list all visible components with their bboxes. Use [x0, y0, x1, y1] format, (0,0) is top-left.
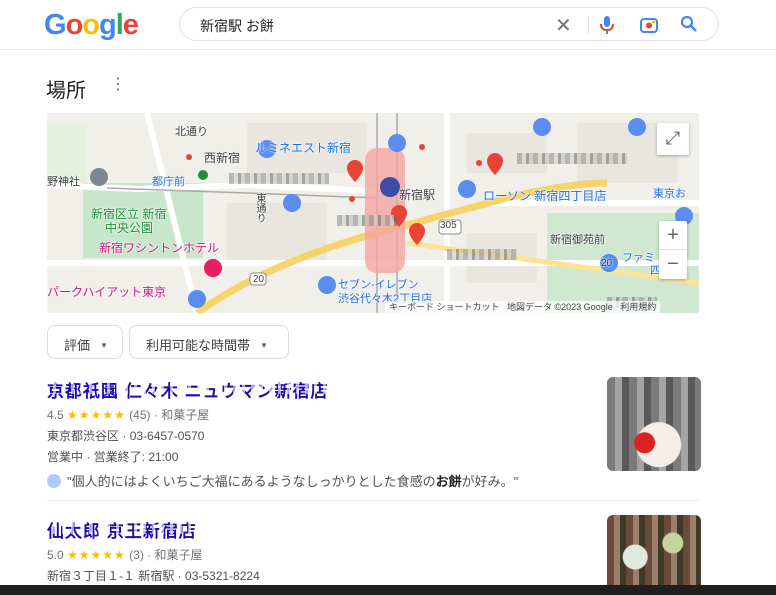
- category: 和菓子屋: [154, 548, 203, 562]
- map-label: 東京お: [653, 188, 686, 200]
- category: 和菓子屋: [161, 408, 210, 422]
- hours: 営業中 · 営業終了: 21:00: [47, 450, 179, 464]
- map-label: 東通り: [254, 193, 265, 223]
- redacted-label: [229, 173, 329, 184]
- place-name[interactable]: 京都祇園 仁々木 ニュウマン新宿店: [47, 377, 699, 402]
- filter-chip-hours[interactable]: 利用可能な時間帯 ▼: [129, 325, 289, 359]
- phone: 03-5321-8224: [185, 569, 260, 583]
- chip-label: 利用可能な時間帯: [146, 338, 251, 353]
- review-text: "個人的にはよくいちご大福にあるようなしっかりとした食感の: [67, 474, 436, 489]
- zoom-out-button[interactable]: −: [659, 250, 687, 279]
- section-title: 場所: [46, 80, 86, 102]
- logo-letter: e: [122, 9, 139, 41]
- map-label: ルミネエスト新宿: [255, 141, 352, 155]
- expand-icon[interactable]: ⤢: [657, 123, 689, 155]
- redacted-label: [447, 249, 517, 260]
- rating-line: 4.5 ★★★★★ (45) · 和菓子屋: [47, 408, 210, 422]
- map-label: 北通り: [175, 126, 208, 138]
- map-label: 新宿御苑前: [550, 234, 605, 246]
- google-logo[interactable]: Google: [44, 9, 139, 42]
- rating-value: 5.0: [47, 548, 64, 562]
- star-rating: ★★★★★: [67, 548, 126, 562]
- map-label: 野神社: [47, 176, 80, 188]
- zoom-controls: + −: [659, 221, 687, 279]
- window-bottom-edge: [0, 585, 776, 595]
- review-count[interactable]: (45): [129, 408, 150, 422]
- address: 東京都渋谷区: [47, 429, 120, 443]
- search-divider: [588, 16, 589, 34]
- map-attribution: キーボード ショートカット 地図データ ©2023 Google 利用規約: [385, 301, 661, 313]
- address-line: 新宿３丁目１-１ 新宿駅 · 03-5321-8224: [47, 569, 260, 583]
- rating-value: 4.5: [47, 408, 64, 422]
- map-label: 新宿ワシントンホテル: [99, 241, 220, 255]
- more-vert-icon[interactable]: ⋮: [110, 77, 126, 93]
- star-rating: ★★★★★: [67, 408, 126, 422]
- rating-line: 5.0 ★★★★★ (3) · 和菓子屋: [47, 548, 203, 562]
- divider: [47, 500, 699, 501]
- phone: 03-6457-0570: [129, 429, 205, 443]
- map-label: 中央公園: [105, 221, 154, 235]
- logo-letter: l: [115, 9, 124, 41]
- terms-link[interactable]: 利用規約: [620, 302, 656, 312]
- top-bar: Google 新宿駅 お餅 ✕: [0, 0, 776, 50]
- search-box[interactable]: 新宿駅 お餅 ✕: [179, 7, 719, 41]
- map-label: 20: [253, 274, 265, 285]
- review-count[interactable]: (3): [129, 548, 144, 562]
- camera-lens-icon[interactable]: [640, 16, 658, 39]
- mic-icon[interactable]: [600, 16, 614, 39]
- redaction-overlay: [47, 520, 197, 534]
- zoom-in-button[interactable]: +: [659, 221, 687, 250]
- chip-label: 評価: [64, 338, 91, 353]
- chevron-down-icon: ▼: [100, 341, 108, 350]
- redacted-label: [337, 215, 397, 226]
- map-label: 305: [440, 220, 457, 231]
- search-icon[interactable]: [680, 15, 698, 38]
- map-label: 都庁前: [152, 176, 185, 188]
- logo-letter: o: [65, 9, 84, 41]
- map-label: パークハイアット東京: [47, 285, 167, 299]
- place-photo[interactable]: [607, 377, 701, 471]
- place-photo[interactable]: [607, 515, 701, 585]
- map-label: ローソン 新宿四丁目店: [483, 189, 607, 203]
- map-label: 西新宿: [204, 151, 241, 165]
- review-text: が好み。": [461, 474, 519, 489]
- review-highlight: お餅: [435, 474, 462, 489]
- map-label: 新宿駅: [399, 188, 436, 202]
- filter-chip-rating[interactable]: 評価 ▼: [47, 325, 123, 359]
- logo-letter: o: [82, 9, 100, 41]
- close-icon[interactable]: ✕: [555, 13, 572, 38]
- address-line: 東京都渋谷区 · 03-6457-0570: [47, 429, 205, 443]
- logo-letter: G: [44, 9, 67, 41]
- search-input[interactable]: 新宿駅 お餅: [200, 16, 274, 36]
- place-name[interactable]: 仙太郎 京王新宿店: [47, 517, 699, 542]
- chevron-down-icon: ▼: [260, 341, 268, 350]
- map[interactable]: 北通り 西新宿 ルミネエスト新宿 野神社 都庁前 新宿駅 ローソン 新宿四丁目店…: [47, 113, 699, 313]
- redaction-overlay: [47, 380, 327, 394]
- place-result[interactable]: 仙太郎 京王新宿店 5.0 ★★★★★ (3) · 和菓子屋 新宿３丁目１-１ …: [47, 517, 699, 584]
- place-result[interactable]: 京都祇園 仁々木 ニュウマン新宿店 4.5 ★★★★★ (45) · 和菓子屋 …: [47, 377, 699, 490]
- address: 新宿３丁目１-１ 新宿駅: [47, 569, 175, 583]
- map-data-credit: 地図データ ©2023 Google: [507, 302, 613, 312]
- redacted-label: [517, 153, 627, 164]
- keyboard-shortcuts-link[interactable]: キーボード ショートカット: [389, 302, 500, 312]
- map-label: 20: [601, 258, 613, 269]
- avatar: [47, 474, 61, 488]
- logo-letter: g: [99, 9, 117, 41]
- review-snippet: "個人的にはよくいちご大福にあるようなしっかりとした食感のお餅が好み。": [47, 471, 699, 490]
